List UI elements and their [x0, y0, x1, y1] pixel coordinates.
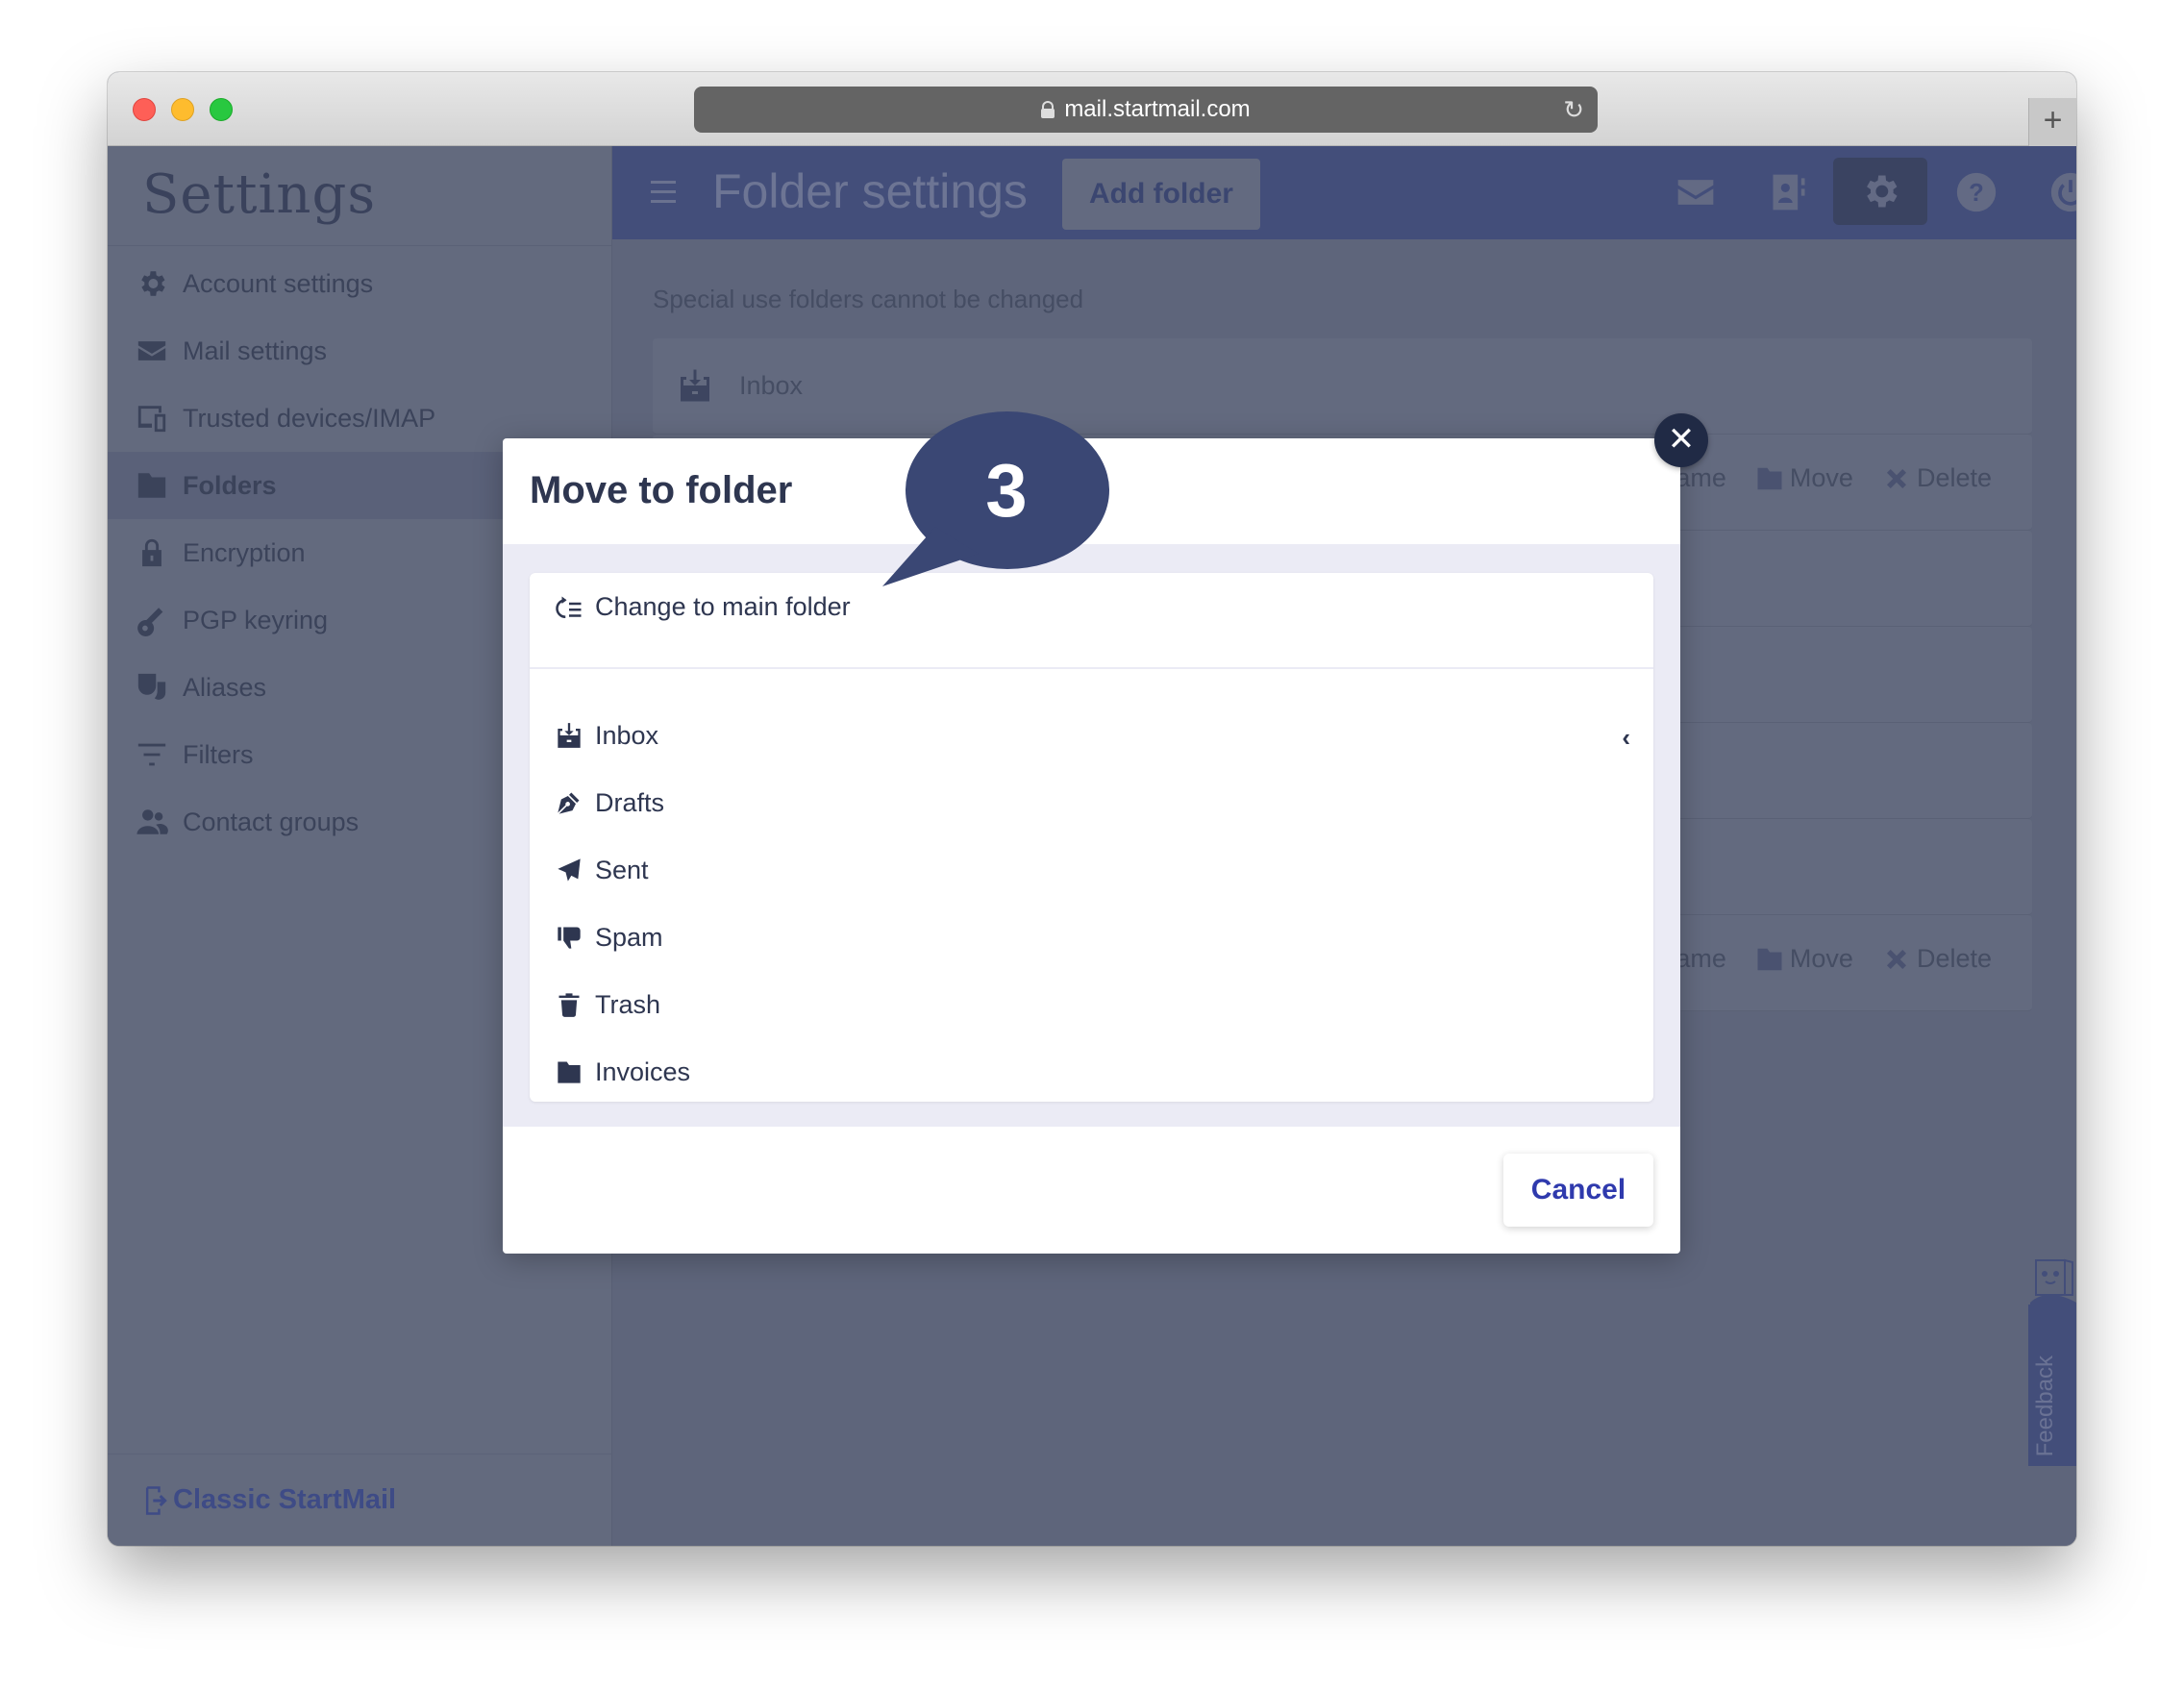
move-label: Move — [1789, 463, 1853, 492]
sidebar-item-label: Folders — [183, 470, 277, 500]
dialog-title: Move to folder — [530, 469, 793, 511]
folder-option-label: Invoices — [595, 1056, 691, 1086]
folder-icon — [135, 468, 169, 503]
row-actions: ame Move Delete — [1675, 944, 1992, 974]
sidebar-item-label: Encryption — [183, 537, 306, 567]
users-icon — [135, 805, 169, 839]
x-icon — [1886, 949, 1906, 969]
folder-option-drafts[interactable]: Drafts — [530, 769, 1653, 836]
lock-icon — [1041, 101, 1055, 118]
cancel-button[interactable]: Cancel — [1503, 1154, 1653, 1227]
new-tab-button[interactable]: + — [2028, 98, 2076, 146]
move-action[interactable]: Move — [1755, 463, 1853, 493]
maximize-window-button[interactable] — [210, 98, 233, 121]
move-label: Move — [1789, 944, 1853, 973]
delete-label: Delete — [1916, 463, 1992, 492]
folder-option-label: Spam — [595, 922, 663, 952]
close-window-button[interactable] — [133, 98, 156, 121]
sidebar-title: Settings — [142, 163, 377, 226]
folder-option-spam[interactable]: Spam — [530, 904, 1653, 971]
folder-picker: Change to main folder Inbox ‹ Drafts Sen… — [530, 573, 1653, 1102]
row-actions: ame Move Delete — [1675, 463, 1992, 493]
reload-icon[interactable]: ↻ — [1563, 95, 1584, 125]
folder-row-label: Inbox — [739, 371, 804, 400]
folder-option-inbox[interactable]: Inbox ‹ — [530, 702, 1653, 769]
power-icon[interactable] — [2042, 163, 2076, 221]
settings-icon[interactable] — [1833, 158, 1927, 225]
special-folders-notice: Special use folders cannot be changed — [653, 285, 1084, 313]
classic-startmail-link[interactable]: Classic StartMail — [108, 1454, 611, 1546]
envelope-icon — [135, 334, 169, 368]
filter-icon — [135, 737, 169, 772]
svg-text:?: ? — [1969, 180, 1984, 207]
inbox-icon — [681, 369, 709, 402]
feedback-tab[interactable]: Feedback — [2028, 1305, 2076, 1466]
classic-startmail-label: Classic StartMail — [173, 1484, 397, 1515]
sidebar-item-label: Aliases — [183, 672, 267, 702]
gear-icon — [135, 266, 169, 301]
chevron-left-icon[interactable]: ‹ — [1622, 723, 1630, 753]
folder-icon — [1757, 467, 1782, 489]
masks-icon — [135, 670, 169, 705]
delete-action[interactable]: Delete — [1882, 944, 1992, 974]
delete-label: Delete — [1916, 944, 1992, 973]
address-bar[interactable]: mail.startmail.com ↻ — [694, 87, 1598, 133]
folder-option-label: Sent — [595, 855, 649, 884]
pen-icon — [555, 788, 583, 817]
folder-icon — [1757, 948, 1782, 970]
folder-icon — [555, 1057, 583, 1086]
divider — [108, 245, 611, 246]
feedback-label: Feedback — [2032, 1354, 2058, 1456]
close-dialog-button[interactable]: ✕ — [1654, 413, 1708, 467]
sidebar-item-label: Filters — [183, 739, 254, 769]
folder-option-sent[interactable]: Sent — [530, 836, 1653, 904]
dialog-footer: Cancel — [503, 1127, 1680, 1254]
sidebar-item-account-settings[interactable]: Account settings — [108, 250, 611, 317]
move-action[interactable]: Move — [1755, 944, 1853, 974]
browser-titlebar: mail.startmail.com ↻ + — [108, 72, 2076, 146]
folder-option-trash[interactable]: Trash — [530, 971, 1653, 1038]
folder-list: Inbox ‹ Drafts Sent Spam Trash Invoices — [530, 669, 1653, 1106]
sidebar-item-label: Mail settings — [183, 336, 328, 365]
rename-action[interactable]: ame — [1675, 463, 1726, 493]
contacts-icon[interactable] — [1760, 163, 1818, 221]
sidebar-item-label: Contact groups — [183, 807, 360, 836]
inbox-icon — [555, 721, 583, 750]
devices-icon — [135, 401, 169, 435]
folder-option-label: Inbox — [595, 720, 659, 750]
trash-icon — [555, 990, 583, 1019]
rename-label: ame — [1675, 463, 1726, 492]
step-number: 3 — [985, 448, 1028, 533]
url-text: mail.startmail.com — [1064, 96, 1251, 122]
exit-icon — [145, 1485, 167, 1515]
x-icon — [1886, 468, 1906, 488]
rename-action[interactable]: ame — [1675, 944, 1726, 974]
page-title: Folder settings — [712, 164, 1028, 218]
folder-option-label: Drafts — [595, 787, 665, 817]
folder-option-invoices[interactable]: Invoices — [530, 1038, 1653, 1106]
minimize-window-button[interactable] — [171, 98, 194, 121]
change-main-folder-icon — [556, 596, 582, 618]
help-icon[interactable]: ? — [1948, 163, 2005, 221]
rename-label: ame — [1675, 944, 1726, 973]
change-main-label: Change to main folder — [595, 592, 851, 621]
folder-option-label: Trash — [595, 989, 661, 1019]
paper-plane-icon — [555, 856, 583, 884]
mail-icon[interactable] — [1667, 163, 1725, 221]
add-folder-button[interactable]: Add folder — [1062, 159, 1260, 230]
sidebar-item-label: Trusted devices/IMAP — [183, 403, 436, 433]
dialog-body: Change to main folder Inbox ‹ Drafts Sen… — [503, 544, 1680, 1127]
sidebar-item-mail-settings[interactable]: Mail settings — [108, 317, 611, 385]
top-header: Folder settings Add folder ? — [612, 146, 2076, 239]
sidebar-item-label: PGP keyring — [183, 605, 329, 634]
hamburger-menu-icon[interactable] — [651, 181, 676, 203]
delete-action[interactable]: Delete — [1882, 463, 1992, 493]
folder-row-inbox: Inbox — [653, 338, 2032, 435]
key-icon — [135, 603, 169, 637]
thumbs-down-icon — [555, 923, 583, 952]
sidebar-item-label: Account settings — [183, 268, 374, 298]
lock-icon — [135, 535, 169, 570]
